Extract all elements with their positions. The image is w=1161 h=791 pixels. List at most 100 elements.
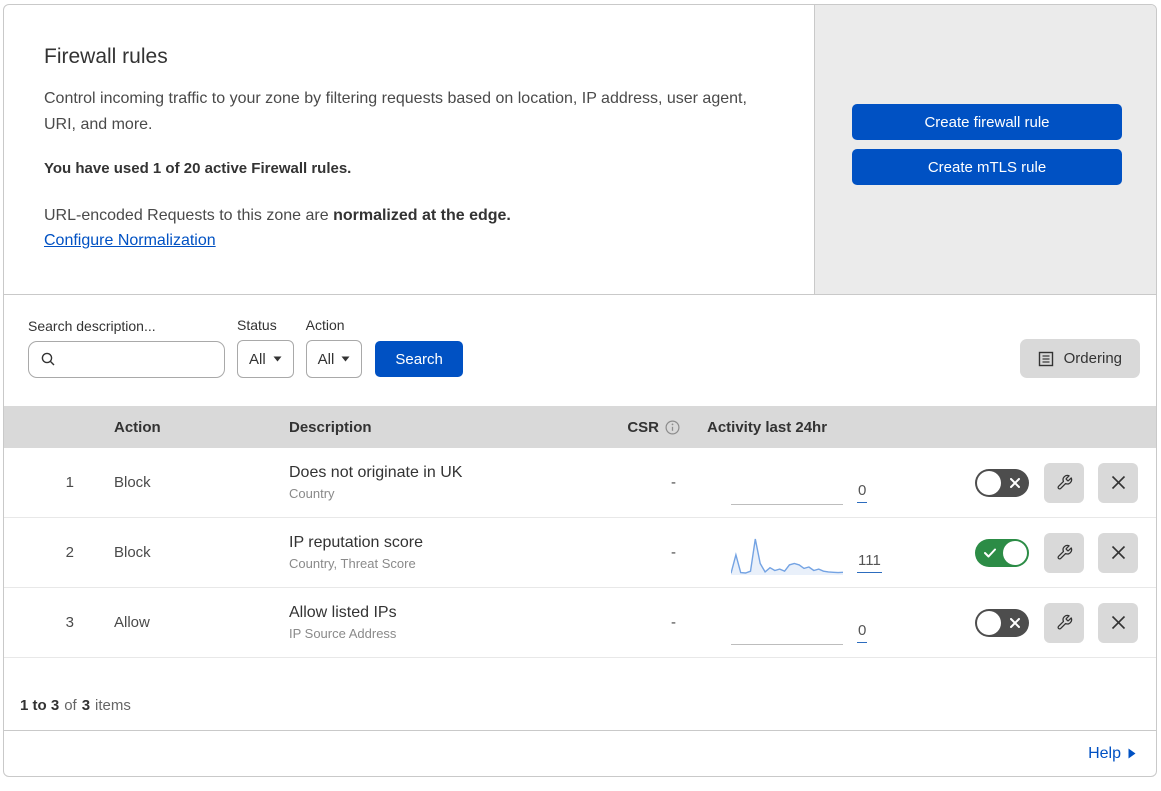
ordering-list-icon <box>1038 351 1053 366</box>
help-link[interactable]: Help <box>1088 745 1136 763</box>
table-row: 2 Block IP reputation score Country, Thr… <box>4 518 1156 588</box>
search-button[interactable]: Search <box>375 341 463 377</box>
rule-fields: Country, Threat Score <box>289 556 416 571</box>
rule-csr-value: - <box>671 614 676 631</box>
action-column-header: Action <box>114 418 161 436</box>
search-label: Search description... <box>28 318 156 334</box>
chevron-down-icon <box>341 356 350 362</box>
ordering-button[interactable]: Ordering <box>1019 339 1140 378</box>
activity-sparkline <box>731 607 843 645</box>
status-dropdown[interactable]: All <box>237 340 294 378</box>
page-description: Control incoming traffic to your zone by… <box>44 90 747 133</box>
rule-description-cell: Does not originate in UK Country <box>289 464 589 501</box>
filter-bar: Search description... Status All Action … <box>4 295 1156 406</box>
rule-controls <box>924 462 1156 503</box>
header-section: Firewall rules Control incoming traffic … <box>4 5 1156 295</box>
rule-activity-cell: 111 <box>694 518 924 587</box>
close-icon <box>1111 615 1125 630</box>
delete-rule-button[interactable] <box>1098 602 1138 643</box>
ordering-button-label: Ordering <box>1063 350 1122 367</box>
rule-csr-value: - <box>671 544 676 561</box>
action-field: Action All <box>305 317 363 378</box>
edit-rule-button[interactable] <box>1044 532 1084 573</box>
status-dropdown-value: All <box>249 350 266 368</box>
toggle-knob <box>977 470 1001 495</box>
toggle-on-check-icon <box>984 548 996 558</box>
items-range: 1 to 3 <box>20 697 60 714</box>
rule-enabled-toggle[interactable] <box>975 608 1029 637</box>
rule-priority: 3 <box>65 614 74 631</box>
status-field: Status All <box>237 317 294 378</box>
usage-note: You have used 1 of 20 active Firewall ru… <box>44 160 352 177</box>
table-row: 3 Allow Allow listed IPs IP Source Addre… <box>4 588 1156 658</box>
activity-count-link[interactable]: 0 <box>857 482 868 503</box>
csr-column-header: CSR <box>589 419 694 436</box>
activity-count-link[interactable]: 111 <box>857 552 882 573</box>
close-icon <box>1111 545 1125 560</box>
activity-column-header: Activity last 24hr <box>707 418 828 436</box>
activity-count-link[interactable]: 0 <box>857 622 868 643</box>
edit-rule-button[interactable] <box>1044 462 1084 503</box>
rule-fields: IP Source Address <box>289 626 397 641</box>
rule-description-cell: Allow listed IPs IP Source Address <box>289 604 589 641</box>
action-dropdown[interactable]: All <box>305 340 363 378</box>
create-mtls-rule-button[interactable]: Create mTLS rule <box>852 149 1122 185</box>
page-title: Firewall rules <box>44 45 168 68</box>
toggle-knob <box>1003 540 1027 565</box>
rule-action: Block <box>114 544 151 561</box>
csr-column-label: CSR <box>627 418 659 436</box>
rule-activity-cell: 0 <box>694 588 924 657</box>
items-total: 3 <box>81 697 91 714</box>
rule-description-cell: IP reputation score Country, Threat Scor… <box>289 534 589 571</box>
search-field: Search description... <box>28 318 225 378</box>
configure-normalization-link[interactable]: Configure Normalization <box>44 232 216 249</box>
pagination-summary: 1 to 3 of 3 items <box>4 658 1156 730</box>
rule-priority: 1 <box>65 474 74 491</box>
delete-rule-button[interactable] <box>1098 462 1138 503</box>
status-label: Status <box>237 317 277 333</box>
items-of-text: of <box>64 697 77 714</box>
help-link-label: Help <box>1088 744 1121 762</box>
search-input-wrap <box>28 341 225 378</box>
chevron-down-icon <box>273 356 282 362</box>
rule-priority: 2 <box>65 544 74 561</box>
rule-fields: Country <box>289 486 335 501</box>
header-actions-panel: Create firewall rule Create mTLS rule <box>814 5 1156 294</box>
filter-controls: Search description... Status All Action … <box>28 317 463 378</box>
search-icon <box>41 352 55 366</box>
close-icon <box>1111 475 1125 490</box>
table-header-row: Action Description CSR Activity last 24h… <box>4 406 1156 448</box>
wrench-icon <box>1057 614 1072 630</box>
normalization-note: URL-encoded Requests to this zone are no… <box>44 207 774 225</box>
activity-sparkline <box>731 537 843 575</box>
help-footer: Help <box>4 730 1156 776</box>
activity-sparkline <box>731 467 843 505</box>
info-icon[interactable] <box>665 419 680 435</box>
action-label: Action <box>305 317 345 333</box>
normalization-bold: normalized at the edge. <box>333 207 511 224</box>
header-text-block: Firewall rules Control incoming traffic … <box>4 5 814 294</box>
rule-description: Does not originate in UK <box>289 464 463 481</box>
toggle-off-x-icon <box>1010 477 1020 488</box>
toggle-knob <box>977 610 1001 635</box>
search-input[interactable] <box>28 341 225 378</box>
rule-action: Block <box>114 474 151 491</box>
rule-action: Allow <box>114 614 150 631</box>
normalization-text: URL-encoded Requests to this zone are <box>44 207 329 224</box>
table-row: 1 Block Does not originate in UK Country… <box>4 448 1156 518</box>
rule-controls <box>924 532 1156 573</box>
delete-rule-button[interactable] <box>1098 532 1138 573</box>
description-column-header: Description <box>289 418 372 436</box>
items-label: items <box>95 697 131 714</box>
rule-enabled-toggle[interactable] <box>975 538 1029 567</box>
triangle-right-icon <box>1128 748 1136 759</box>
firewall-rules-card: Firewall rules Control incoming traffic … <box>3 4 1157 777</box>
rule-controls <box>924 602 1156 643</box>
rule-activity-cell: 0 <box>694 448 924 517</box>
rule-enabled-toggle[interactable] <box>975 468 1029 497</box>
create-firewall-rule-button[interactable]: Create firewall rule <box>852 104 1122 140</box>
rule-description: Allow listed IPs <box>289 604 397 621</box>
wrench-icon <box>1057 544 1072 560</box>
edit-rule-button[interactable] <box>1044 602 1084 643</box>
action-dropdown-value: All <box>317 350 335 368</box>
